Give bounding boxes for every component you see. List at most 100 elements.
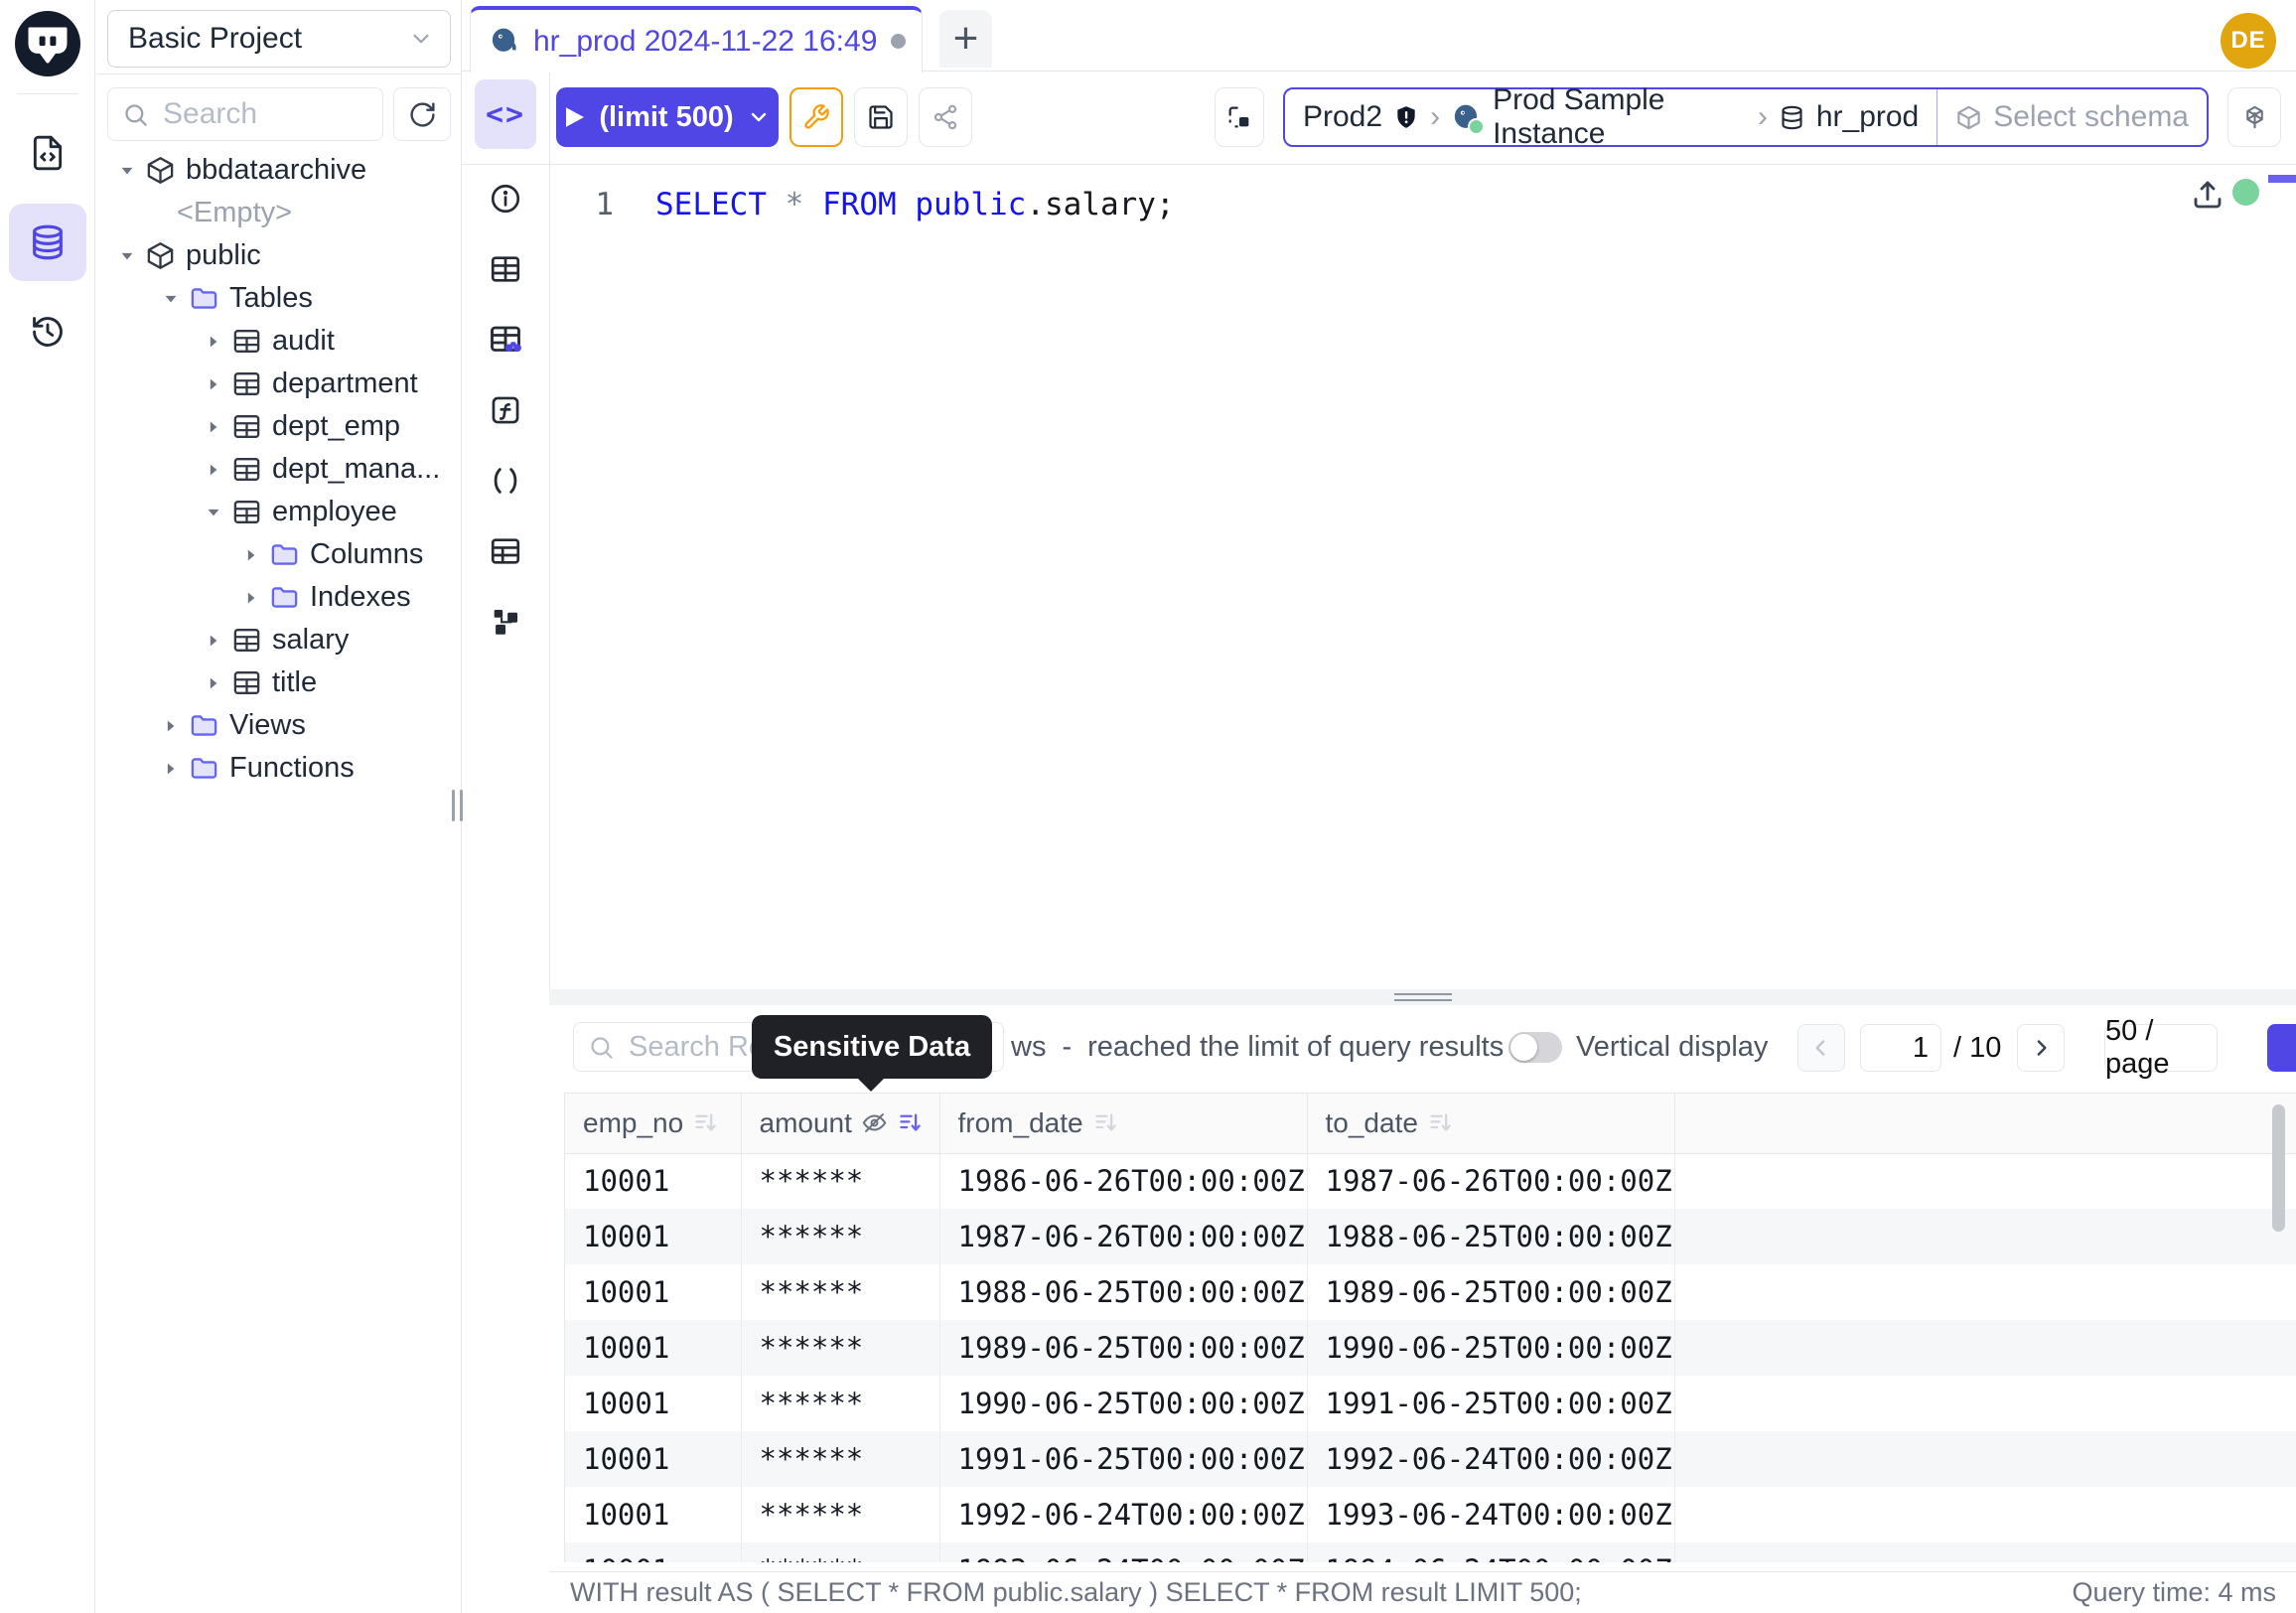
caret-right-icon[interactable] — [205, 333, 222, 351]
table-cell[interactable]: ****** — [741, 1431, 939, 1487]
table-cell[interactable]: 1987-06-26T00:00:00Z — [939, 1209, 1307, 1264]
sql-editor[interactable]: 1 SELECT * FROM public.salary; — [550, 165, 2296, 989]
table-row[interactable]: 10001******1993-06-24T00:00:00Z1994-06-2… — [565, 1542, 2296, 1562]
sort-descending-icon[interactable] — [897, 1109, 924, 1136]
table-row[interactable]: 10001******1989-06-25T00:00:00Z1990-06-2… — [565, 1320, 2296, 1376]
table-info-button[interactable] — [476, 239, 535, 299]
column-header-to_date[interactable]: to_date — [1307, 1094, 1674, 1153]
table-cell[interactable]: 1992-06-24T00:00:00Z — [1307, 1431, 1674, 1487]
table-cell[interactable]: 1991-06-25T00:00:00Z — [1307, 1376, 1674, 1431]
export-button[interactable] — [2267, 1024, 2296, 1072]
schema-selector[interactable]: Select schema — [1937, 100, 2207, 134]
sort-descending-icon[interactable] — [1092, 1109, 1119, 1136]
tree-item-indexes[interactable]: Indexes — [96, 576, 461, 619]
tree-item-audit[interactable]: audit — [96, 320, 461, 363]
table-cell[interactable]: ****** — [741, 1487, 939, 1542]
table-row[interactable]: 10001******1986-06-26T00:00:00Z1987-06-2… — [565, 1153, 2296, 1209]
caret-right-icon[interactable] — [205, 674, 222, 692]
table-cell[interactable]: 10001 — [565, 1209, 741, 1264]
table-cell[interactable]: 1990-06-25T00:00:00Z — [1307, 1320, 1674, 1376]
share-button[interactable] — [919, 87, 972, 147]
add-tab-button[interactable]: + — [939, 10, 992, 68]
vertical-display-toggle[interactable] — [1508, 1032, 1562, 1063]
caret-right-icon[interactable] — [205, 461, 222, 479]
user-avatar[interactable]: DE — [2221, 13, 2276, 69]
history-nav-button[interactable] — [9, 293, 86, 370]
tree-item-bbdataarchive[interactable]: bbdataarchive — [96, 149, 461, 192]
caret-down-icon[interactable] — [118, 247, 136, 265]
table-cell[interactable]: 1989-06-25T00:00:00Z — [939, 1320, 1307, 1376]
run-query-button[interactable]: (limit 500) — [556, 87, 779, 147]
table-row[interactable]: 10001******1991-06-25T00:00:00Z1992-06-2… — [565, 1431, 2296, 1487]
tree-item-dept-emp[interactable]: dept_emp — [96, 405, 461, 448]
caret-right-icon[interactable] — [205, 418, 222, 436]
column-header-emp_no[interactable]: emp_no — [565, 1094, 741, 1153]
table-cell[interactable]: ****** — [741, 1542, 939, 1562]
table-cell[interactable]: ****** — [741, 1264, 939, 1320]
databases-nav-button[interactable] — [9, 204, 86, 281]
bytebase-logo[interactable] — [12, 8, 83, 79]
table-row[interactable]: 10001******1990-06-25T00:00:00Z1991-06-2… — [565, 1376, 2296, 1431]
batch-query-button[interactable] — [1215, 87, 1264, 147]
schema-diagram-button[interactable] — [476, 592, 535, 652]
tree-item-employee[interactable]: employee — [96, 491, 461, 533]
table-cell[interactable]: ****** — [741, 1209, 939, 1264]
prev-page-button[interactable] — [1797, 1024, 1845, 1072]
project-selector[interactable]: Basic Project — [107, 10, 451, 68]
tree-item-salary[interactable]: salary — [96, 619, 461, 661]
tree-item-title[interactable]: title — [96, 661, 461, 704]
table-cell[interactable]: 1990-06-25T00:00:00Z — [939, 1376, 1307, 1431]
refresh-schema-button[interactable] — [393, 87, 451, 141]
table-cell[interactable]: ****** — [741, 1153, 939, 1209]
tree-item-empty[interactable]: <Empty> — [96, 192, 461, 234]
table-row[interactable]: 10001******1987-06-26T00:00:00Z1988-06-2… — [565, 1209, 2296, 1264]
table-cell[interactable]: 1991-06-25T00:00:00Z — [939, 1431, 1307, 1487]
sidebar-search[interactable] — [107, 87, 383, 141]
save-button[interactable] — [854, 87, 908, 147]
sort-descending-icon[interactable] — [692, 1109, 719, 1136]
next-page-button[interactable] — [2017, 1024, 2065, 1072]
table-cell[interactable]: 10001 — [565, 1376, 741, 1431]
tree-item-dept-mana[interactable]: dept_mana... — [96, 448, 461, 491]
caret-down-icon[interactable] — [118, 162, 136, 180]
code-editor-toggle[interactable]: <> — [475, 79, 536, 149]
table-scrollbar-thumb[interactable] — [2272, 1104, 2285, 1232]
table-row[interactable]: 10001******1988-06-25T00:00:00Z1989-06-2… — [565, 1264, 2296, 1320]
caret-right-icon[interactable] — [242, 546, 260, 564]
tree-item-functions[interactable]: Functions — [96, 747, 461, 790]
caret-right-icon[interactable] — [162, 717, 180, 735]
table-cell[interactable]: 1993-06-24T00:00:00Z — [1307, 1487, 1674, 1542]
caret-down-icon[interactable] — [205, 504, 222, 521]
sidebar-search-input[interactable] — [161, 96, 368, 132]
column-header-from_date[interactable]: from_date — [939, 1094, 1307, 1153]
table-row[interactable]: 10001******1992-06-24T00:00:00Z1993-06-2… — [565, 1487, 2296, 1542]
sort-descending-icon[interactable] — [1427, 1109, 1454, 1136]
table-cell[interactable]: 1986-06-26T00:00:00Z — [939, 1153, 1307, 1209]
table-cell[interactable]: ****** — [741, 1376, 939, 1431]
page-size-select[interactable]: 50 / page — [2104, 1024, 2218, 1072]
parentheses-button[interactable] — [476, 451, 535, 511]
results-resize-handle[interactable] — [549, 989, 2296, 1005]
table-cell[interactable]: 1993-06-24T00:00:00Z — [939, 1542, 1307, 1562]
caret-right-icon[interactable] — [205, 375, 222, 393]
table-cell[interactable]: 10001 — [565, 1487, 741, 1542]
table-cell[interactable]: 1987-06-26T00:00:00Z — [1307, 1153, 1674, 1209]
tree-item-tables[interactable]: Tables — [96, 277, 461, 320]
tree-item-views[interactable]: Views — [96, 704, 461, 747]
table-cell[interactable]: 1992-06-24T00:00:00Z — [939, 1487, 1307, 1542]
table-list-button[interactable] — [476, 521, 535, 581]
table-cell[interactable]: 1988-06-25T00:00:00Z — [939, 1264, 1307, 1320]
caret-right-icon[interactable] — [205, 632, 222, 650]
table-cell[interactable]: 10001 — [565, 1431, 741, 1487]
tree-item-department[interactable]: department — [96, 363, 461, 405]
caret-right-icon[interactable] — [242, 589, 260, 607]
table-cell[interactable]: 10001 — [565, 1542, 741, 1562]
table-search-button[interactable] — [476, 310, 535, 369]
page-input[interactable] — [1860, 1024, 1941, 1072]
column-header-amount[interactable]: amount — [741, 1094, 939, 1153]
table-cell[interactable]: 10001 — [565, 1153, 741, 1209]
table-cell[interactable]: 1988-06-25T00:00:00Z — [1307, 1209, 1674, 1264]
table-cell[interactable]: 10001 — [565, 1264, 741, 1320]
tree-item-public[interactable]: public — [96, 234, 461, 277]
table-cell[interactable]: 10001 — [565, 1320, 741, 1376]
